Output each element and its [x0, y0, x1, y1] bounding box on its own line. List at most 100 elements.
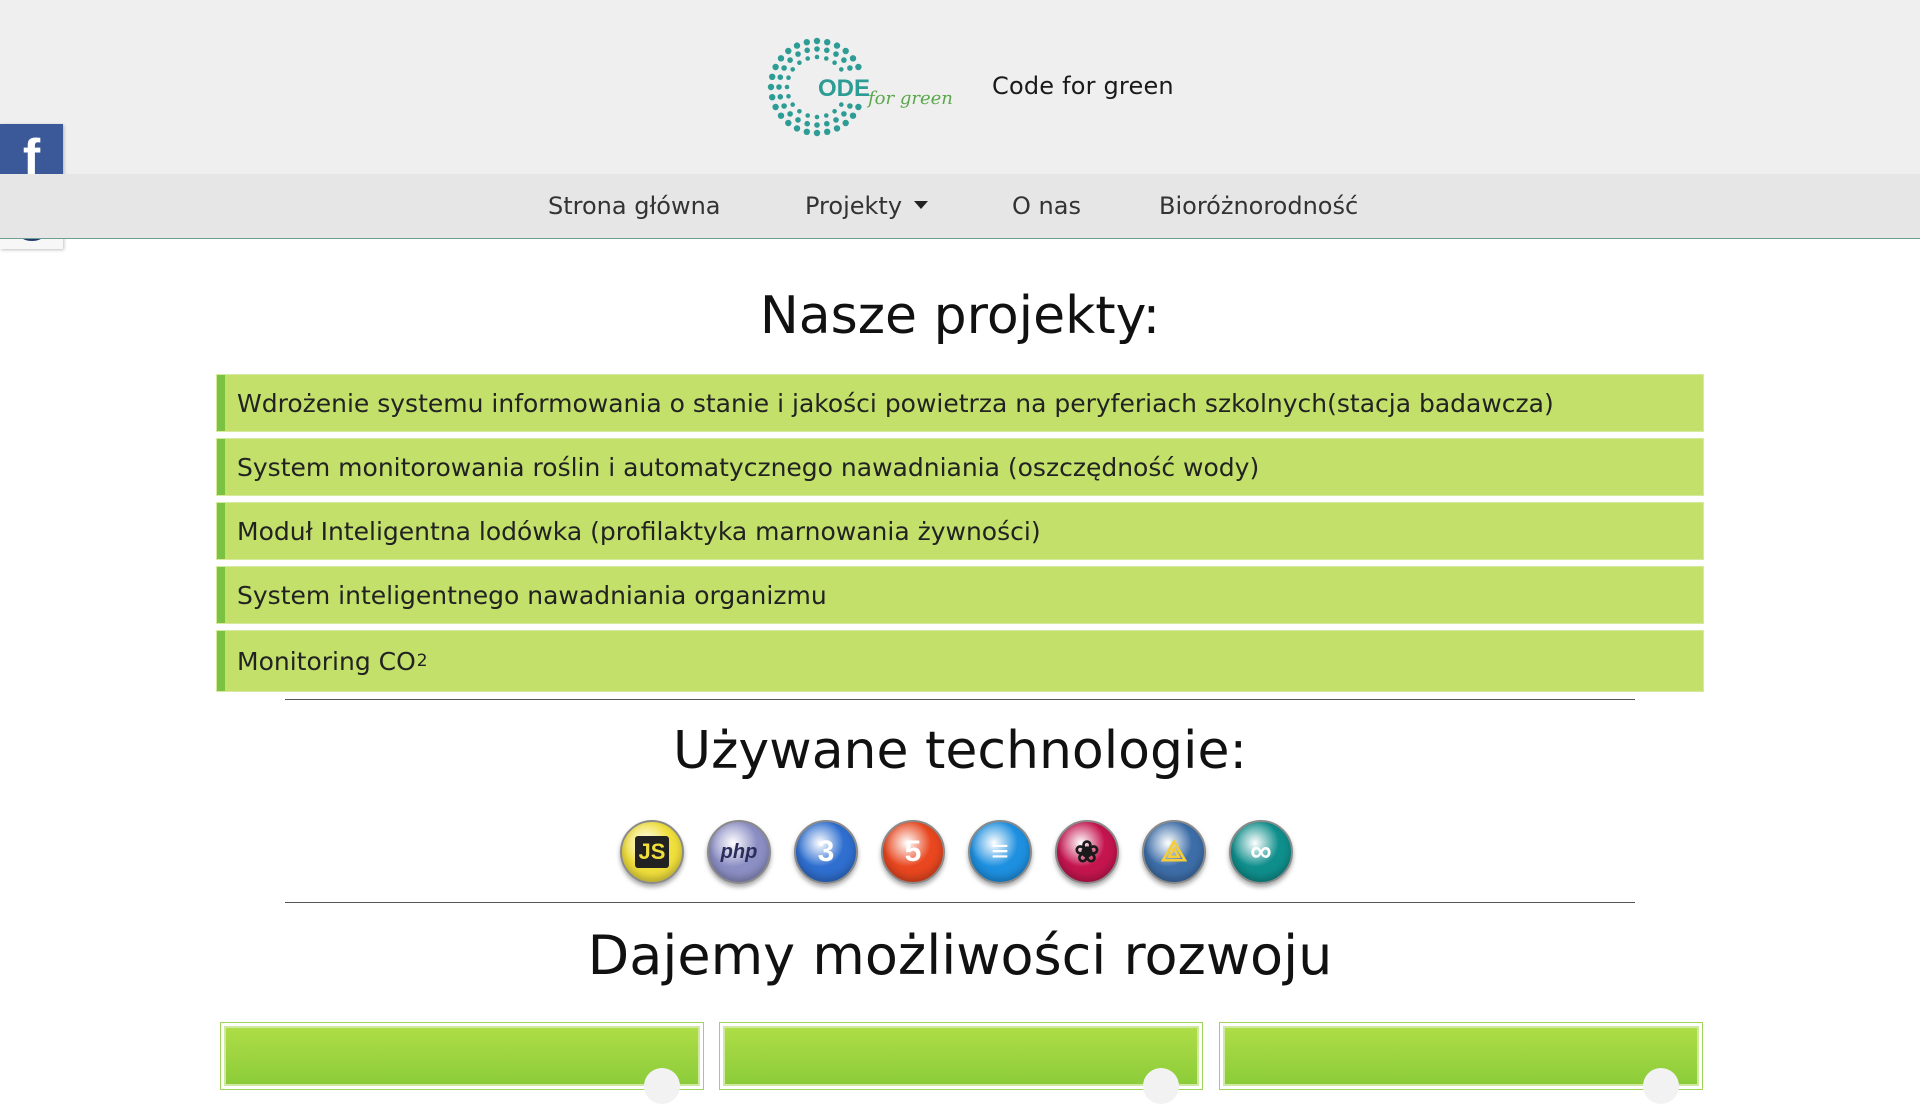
- nav-label: Strona główna: [548, 192, 721, 220]
- logo-dot: [787, 57, 793, 63]
- project-label: Moduł Inteligentna lodówka (profilaktyka…: [237, 516, 1041, 546]
- tech-glyph: 3: [817, 835, 835, 868]
- logo-dot: [772, 63, 779, 71]
- logo-dot: [777, 55, 785, 62]
- logo-dot: [855, 63, 862, 71]
- tech-glyph: ❀: [1074, 835, 1100, 869]
- feature-card[interactable]: [723, 1026, 1199, 1104]
- logo-dot: [841, 111, 847, 117]
- logo-dot: [805, 113, 810, 118]
- logo-dot: [793, 125, 801, 132]
- development-heading: Dajemy możliwości rozwoju: [587, 924, 1333, 987]
- projects-heading: Nasze projekty:: [759, 286, 1161, 346]
- project-label: System inteligentnego nawadniania organi…: [237, 580, 827, 610]
- logo-dot: [787, 111, 793, 117]
- svg-text:ODE: ODE: [818, 75, 870, 102]
- logo-dot: [833, 117, 839, 123]
- logo-dot: [767, 83, 775, 91]
- project-label: System monitorowania roślin i automatycz…: [237, 452, 1260, 482]
- logo-dot: [797, 109, 802, 114]
- project-item[interactable]: System monitorowania roślin i automatycz…: [217, 439, 1703, 495]
- logo-dot: [804, 47, 810, 54]
- logo-dot: [803, 128, 810, 135]
- project-item[interactable]: Moduł Inteligentna lodówka (profilaktyka…: [217, 503, 1703, 559]
- logo-dot: [776, 84, 782, 90]
- logo-dot: [795, 51, 801, 57]
- project-item[interactable]: Wdrożenie systemu informowania o stanie …: [217, 375, 1703, 431]
- logo-dot: [786, 75, 791, 80]
- projects-list: Wdrożenie systemu informowania o stanie …: [217, 375, 1703, 699]
- logo-dot: [847, 103, 853, 109]
- logo-dot: [786, 94, 791, 99]
- gear-icon: [644, 1068, 680, 1104]
- logo-dot: [790, 102, 795, 107]
- main-nav: Strona główna Projekty O nas Bioróżnorod…: [0, 174, 1920, 239]
- divider: [285, 902, 1635, 903]
- technologies-row: JS php 3 5 ≡ ❀ ⟁ ∞: [620, 820, 1300, 888]
- logo-dot: [842, 47, 849, 55]
- tech-glyph: ≡: [991, 835, 1009, 868]
- site-name[interactable]: Code for green: [992, 72, 1174, 100]
- raspberry-pi-icon: ❀: [1055, 820, 1119, 884]
- logo-dot: [847, 65, 853, 71]
- logo-dot: [832, 60, 837, 65]
- logo-dot: [824, 56, 829, 61]
- project-item[interactable]: Monitoring CO 2: [217, 631, 1703, 691]
- site-header: ODE for green Code for green: [0, 0, 1920, 175]
- logo-dot: [805, 56, 810, 61]
- globe-icon: [1643, 1068, 1679, 1104]
- arduino-icon: ∞: [1229, 820, 1293, 884]
- tech-glyph: ∞: [1250, 835, 1272, 868]
- logo-dot: [772, 103, 779, 111]
- javascript-icon: JS: [620, 820, 684, 884]
- chevron-down-icon: [914, 201, 929, 209]
- logo-dot: [813, 129, 821, 137]
- logo-dot: [824, 39, 831, 46]
- nav-item-projects[interactable]: Projekty: [805, 174, 929, 238]
- logo-dot: [824, 113, 829, 118]
- tech-glyph: 5: [904, 835, 922, 868]
- logo-dot: [814, 54, 820, 60]
- project-label: Monitoring CO: [237, 646, 416, 676]
- logo-dot: [777, 94, 784, 100]
- project-item[interactable]: System inteligentnego nawadniania organi…: [217, 567, 1703, 623]
- logo-dot: [841, 57, 847, 63]
- logo-dot: [803, 39, 810, 46]
- logo-dot: [781, 65, 787, 71]
- logo-dot: [839, 67, 844, 72]
- technologies-heading: Używane technologie:: [673, 721, 1247, 781]
- logo-dot: [804, 120, 810, 127]
- css3-icon: 3: [794, 820, 858, 884]
- logo-dot: [814, 114, 820, 120]
- logo-dot: [795, 117, 801, 123]
- php-icon: php: [707, 820, 771, 884]
- logo-dot: [769, 73, 776, 80]
- logo-dot: [781, 103, 787, 109]
- html5-icon: 5: [881, 820, 945, 884]
- feature-card[interactable]: [1223, 1026, 1699, 1104]
- nav-item-about[interactable]: O nas: [1012, 174, 1081, 238]
- logo-dot: [769, 94, 776, 101]
- svg-text:for green: for green: [866, 88, 953, 109]
- project-label: Wdrożenie systemu informowania o stanie …: [237, 388, 1554, 418]
- database-icon: ≡: [968, 820, 1032, 884]
- nav-label: O nas: [1012, 192, 1081, 220]
- logo-dot: [824, 47, 830, 54]
- nav-item-home[interactable]: Strona główna: [548, 174, 721, 238]
- divider: [285, 699, 1635, 700]
- logo-dot: [849, 112, 857, 119]
- nav-label: Bioróżnorodność: [1159, 192, 1359, 220]
- nav-item-biodiversity[interactable]: Bioróżnorodność: [1159, 174, 1358, 238]
- project-label-subscript: 2: [416, 651, 428, 671]
- logo-dot: [777, 74, 784, 80]
- logo-dot: [833, 125, 841, 132]
- site-logo[interactable]: ODE for green: [764, 34, 964, 140]
- feature-card[interactable]: [224, 1026, 700, 1104]
- logo-dot: [785, 119, 792, 127]
- logo-dot: [777, 112, 785, 119]
- logo-dot: [824, 120, 830, 127]
- tech-glyph: php: [720, 840, 758, 863]
- logo-dot: [855, 103, 862, 111]
- tech-glyph: ⟁: [1160, 835, 1188, 868]
- logo-dot: [833, 51, 839, 57]
